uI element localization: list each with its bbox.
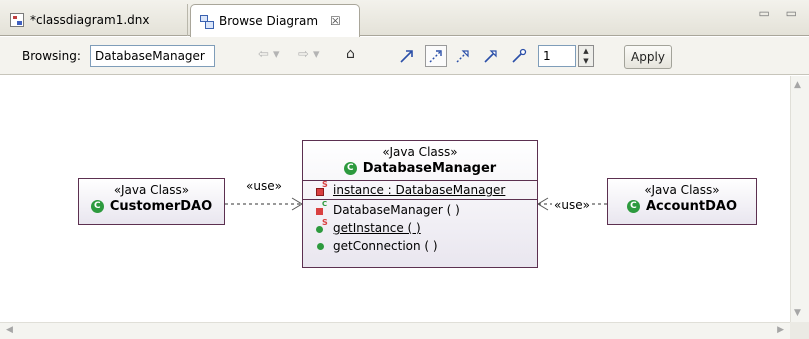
browse-toolbar: Browsing: DatabaseManager ⇦ ▾ ⇨ ▾ ⌂ 1 ▲ ▼…: [0, 37, 809, 75]
scroll-right-icon[interactable]: ▶: [777, 325, 784, 335]
class-diagram-file-icon: [10, 13, 24, 27]
method-get-instance[interactable]: getInstance ( ): [303, 218, 537, 237]
method-text: getInstance ( ): [333, 221, 421, 235]
use-label-right: «use»: [552, 198, 592, 212]
class-icon: C: [90, 200, 104, 213]
constructor-icon: [315, 200, 327, 216]
class-icon: C: [626, 200, 640, 213]
scroll-left-icon[interactable]: ◀: [6, 325, 13, 335]
dependency-filter-icon[interactable]: [425, 45, 447, 67]
editor-tab-strip: *classdiagram1.dnx Browse Diagram ☒ ▭ ▭: [0, 0, 809, 37]
field-instance[interactable]: instance : DatabaseManager: [303, 180, 537, 199]
class-stereotype: «Java Class»: [382, 145, 458, 159]
browse-diagram-icon: [199, 14, 214, 29]
class-customer-dao[interactable]: «Java Class» C CustomerDAO: [78, 178, 225, 225]
tab-label: Browse Diagram: [219, 14, 319, 28]
generalization-filter-icon[interactable]: [480, 45, 502, 67]
method-text: getConnection ( ): [333, 239, 438, 253]
class-name: C DatabaseManager: [303, 161, 537, 176]
class-name: C AccountDAO: [608, 199, 756, 214]
tab-classdiagram1[interactable]: *classdiagram1.dnx: [2, 4, 188, 36]
static-method-icon: [315, 218, 328, 234]
field-text: instance : DatabaseManager: [333, 183, 506, 197]
window-controls[interactable]: ▭ ▭: [759, 6, 804, 20]
horizontal-scrollbar[interactable]: ◀ ▶: [0, 322, 790, 339]
use-label-left: «use»: [246, 179, 282, 193]
browsing-label: Browsing:: [22, 49, 81, 63]
methods-section: DatabaseManager ( ) getInstance ( ) getC…: [303, 199, 537, 255]
scroll-up-icon[interactable]: ▲: [794, 80, 801, 90]
realization-filter-icon[interactable]: [452, 45, 474, 67]
static-field-icon: [315, 180, 328, 196]
back-arrow-icon[interactable]: ⇦ ▾: [258, 47, 280, 62]
class-stereotype: «Java Class»: [113, 183, 190, 197]
class-name-text: DatabaseManager: [362, 161, 497, 176]
class-database-manager[interactable]: «Java Class» C DatabaseManager instance …: [302, 140, 538, 268]
home-icon[interactable]: ⌂: [346, 46, 355, 62]
class-icon: C: [343, 162, 357, 175]
class-stereotype: «Java Class»: [644, 183, 720, 197]
browsing-field[interactable]: DatabaseManager: [90, 45, 215, 67]
depth-input[interactable]: 1: [538, 45, 576, 67]
scrollbar-corner: [790, 322, 809, 339]
fields-section: instance : DatabaseManager: [303, 180, 537, 199]
scroll-down-icon[interactable]: ▼: [794, 308, 801, 318]
forward-arrow-icon[interactable]: ⇨ ▾: [298, 47, 320, 62]
method-constructor[interactable]: DatabaseManager ( ): [303, 200, 537, 219]
apply-button[interactable]: Apply: [624, 45, 672, 69]
tab-browse-diagram[interactable]: Browse Diagram ☒: [190, 4, 360, 37]
class-name-text: AccountDAO: [645, 199, 738, 214]
class-account-dao[interactable]: «Java Class» C AccountDAO: [607, 178, 757, 225]
close-tab-icon[interactable]: ☒: [330, 14, 341, 28]
nested-filter-icon[interactable]: [508, 45, 530, 67]
public-method-icon: [315, 240, 327, 252]
depth-spinner[interactable]: ▲ ▼: [578, 45, 594, 67]
diagram-canvas[interactable]: «use» «use» «Java Class» C CustomerDAO «…: [2, 76, 789, 322]
method-get-connection[interactable]: getConnection ( ): [303, 237, 537, 255]
method-text: DatabaseManager ( ): [333, 203, 460, 217]
class-name-text: CustomerDAO: [109, 199, 213, 214]
tab-label: *classdiagram1.dnx: [30, 13, 150, 27]
class-name: C CustomerDAO: [79, 199, 224, 214]
association-filter-icon[interactable]: [396, 45, 418, 67]
vertical-scrollbar[interactable]: ▲ ▼: [790, 76, 809, 322]
